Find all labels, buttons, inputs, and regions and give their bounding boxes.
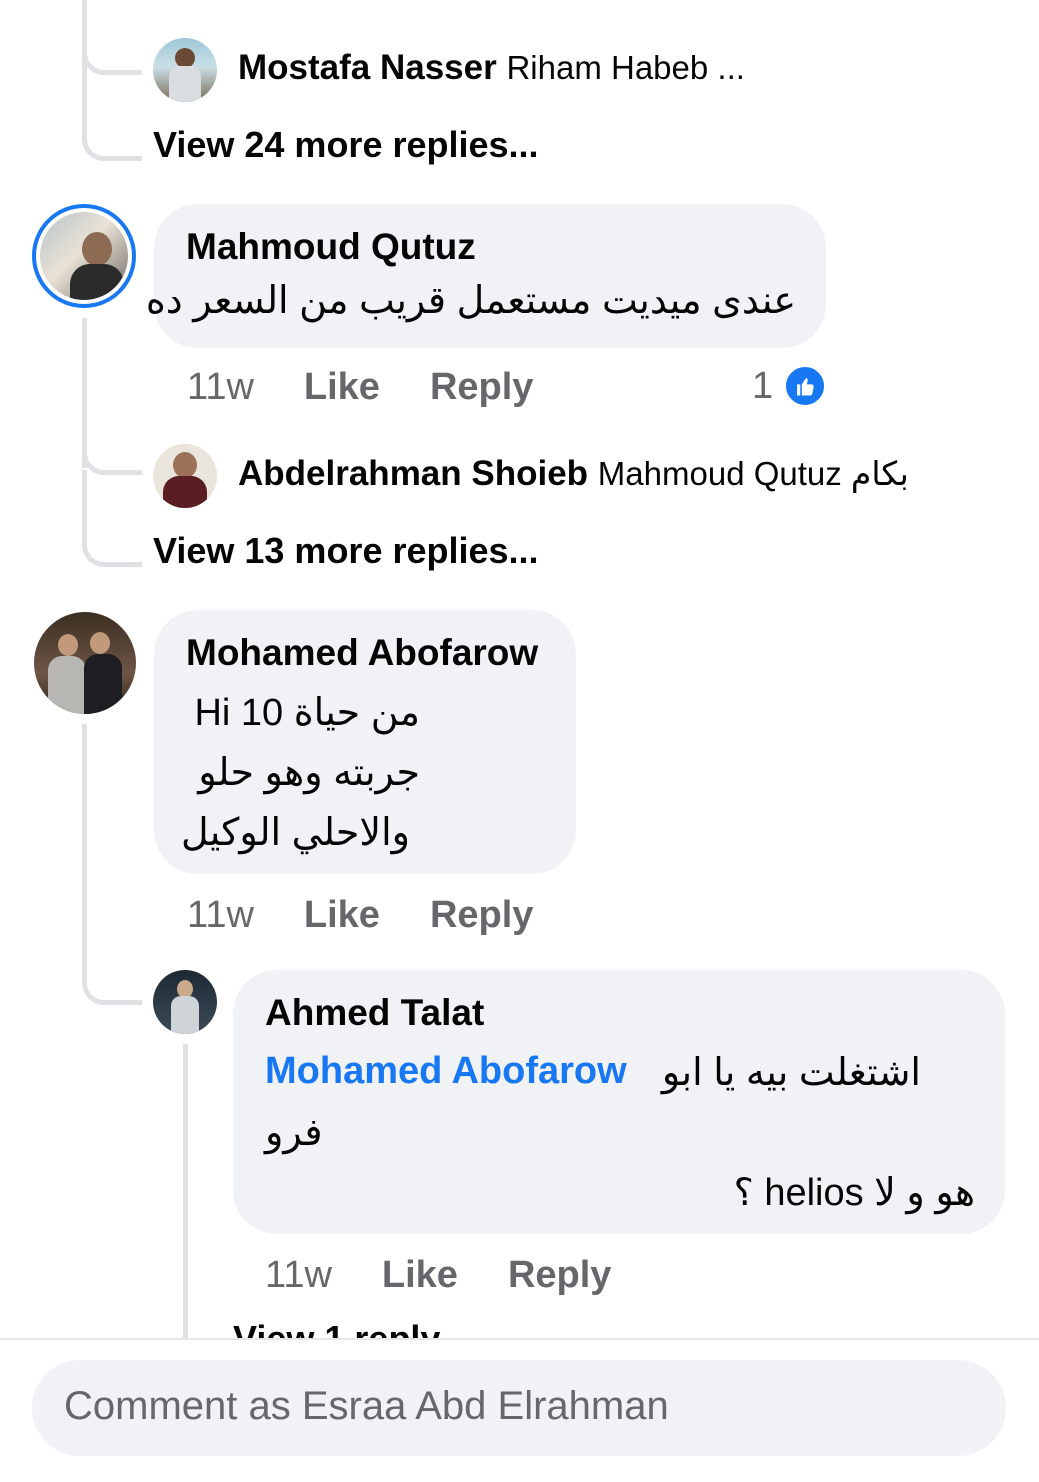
comment-text: اشتغلت بيه يا ابو — [661, 1052, 921, 1094]
comment-text: عندى ميديت مستعمل قريب من السعر ده — [145, 280, 796, 322]
reply-snippet: Riham Habeb ... — [506, 49, 745, 86]
view-more-replies-link[interactable]: View 24 more replies... — [153, 124, 539, 166]
avatar[interactable] — [153, 38, 217, 102]
comment-text-line: هو و لا helios ؟ — [733, 1172, 975, 1214]
comment-actions: 11w Like Reply — [187, 366, 583, 409]
reply-button[interactable]: Reply — [508, 1254, 611, 1296]
comment-text-line: والاحلي الوكيل — [181, 812, 410, 854]
avatar[interactable] — [32, 204, 136, 308]
thread-connector — [82, 950, 142, 1005]
view-more-replies-link[interactable]: View 13 more replies... — [153, 530, 539, 572]
like-button[interactable]: Like — [304, 366, 380, 408]
comment-text-line: جربته وهو حلو — [198, 752, 420, 794]
avatar[interactable] — [34, 612, 136, 714]
comment-bubble[interactable]: Mahmoud Qutuz عندى ميديت مستعمل قريب من … — [146, 204, 826, 348]
comment-input[interactable]: Comment as Esraa Abd Elrahman — [32, 1360, 1006, 1456]
avatar[interactable] — [153, 970, 217, 1034]
thread-connector — [82, 70, 142, 161]
reply-author-name[interactable]: Abdelrahman Shoieb — [238, 454, 588, 493]
thread-connector — [82, 420, 142, 475]
reply-preview[interactable]: Abdelrahman Shoieb Mahmoud Qutuz بكام — [238, 454, 909, 494]
reply-preview[interactable]: Mostafa Nasser Riham Habeb ... — [238, 48, 745, 88]
reaction-count[interactable]: 1 — [752, 364, 828, 408]
comment-composer-bar: Comment as Esraa Abd Elrahman — [0, 1338, 1039, 1482]
thread-connector — [82, 470, 142, 567]
comment-bubble[interactable]: Mohamed Abofarow من حياة Hi 10 جربته وهو… — [154, 610, 576, 874]
thread-line — [183, 1044, 188, 1340]
comment-input-placeholder: Comment as Esraa Abd Elrahman — [64, 1384, 669, 1428]
reply-button[interactable]: Reply — [430, 894, 533, 936]
comment-author-name[interactable]: Mohamed Abofarow — [186, 632, 538, 674]
reply-button[interactable]: Reply — [430, 366, 533, 408]
comment-text-line: Mohamed Abofarow اشتغلت بيه يا ابو — [265, 1050, 921, 1095]
comment-timestamp[interactable]: 11w — [187, 894, 254, 936]
thread-connector — [82, 20, 142, 75]
like-button[interactable]: Like — [304, 894, 380, 936]
comment-timestamp[interactable]: 11w — [265, 1254, 332, 1296]
comment-timestamp[interactable]: 11w — [187, 366, 254, 408]
comment-text-line: فرو — [265, 1112, 323, 1154]
reply-author-name[interactable]: Mostafa Nasser — [238, 48, 497, 87]
comment-text-line: من حياة Hi 10 — [194, 692, 420, 734]
like-reaction-icon — [783, 364, 828, 408]
comment-actions: 11w Like Reply — [265, 1254, 661, 1297]
thread-line — [82, 724, 87, 954]
reply-snippet: Mahmoud Qutuz بكام — [597, 455, 909, 492]
comment-actions: 11w Like Reply — [187, 894, 583, 937]
reaction-count-text: 1 — [752, 364, 774, 407]
comment-bubble[interactable]: Ahmed Talat Mohamed Abofarow اشتغلت بيه … — [233, 970, 1005, 1234]
comment-author-name[interactable]: Ahmed Talat — [265, 992, 484, 1034]
like-button[interactable]: Like — [382, 1254, 458, 1296]
avatar[interactable] — [153, 444, 217, 508]
comment-author-name[interactable]: Mahmoud Qutuz — [186, 226, 476, 268]
mention-link[interactable]: Mohamed Abofarow — [265, 1050, 627, 1095]
